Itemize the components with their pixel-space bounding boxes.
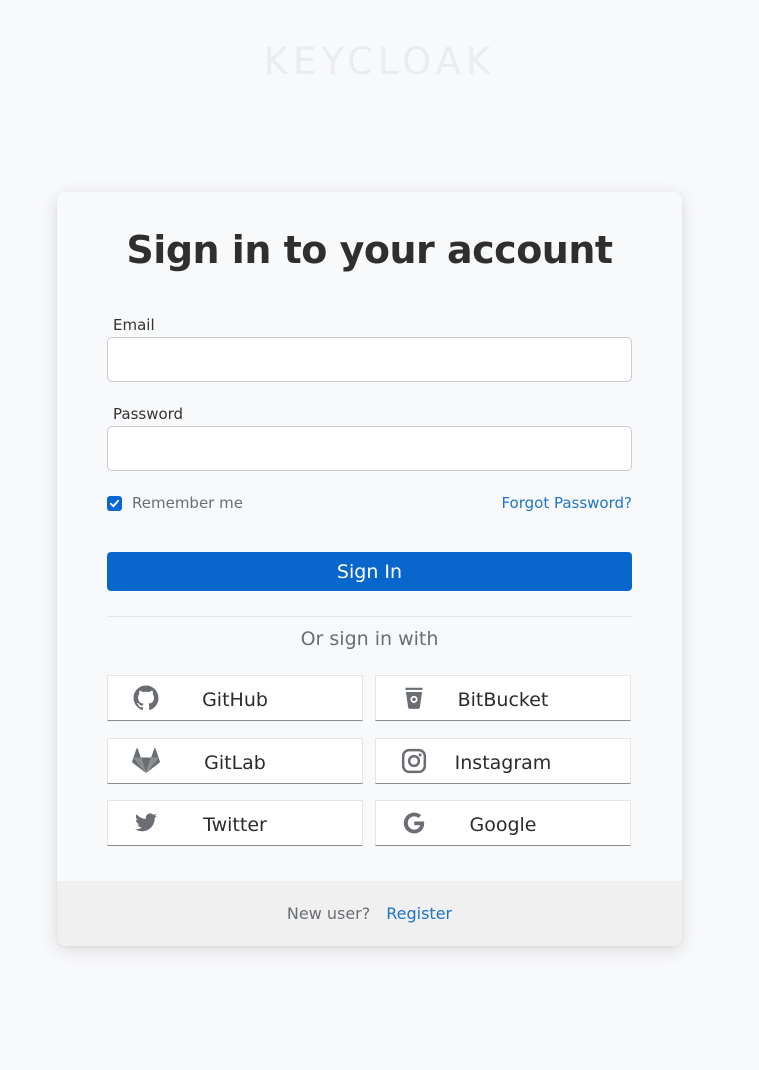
- email-label: Email: [113, 316, 155, 334]
- brand-logo-text: KEYCLOAK: [263, 40, 496, 83]
- remember-me: Remember me: [107, 494, 243, 512]
- social-instagram-button[interactable]: Instagram: [375, 738, 631, 784]
- social-twitter-button[interactable]: Twitter: [107, 800, 363, 846]
- social-bitbucket-button[interactable]: BitBucket: [375, 675, 631, 721]
- register-link[interactable]: Register: [386, 904, 452, 923]
- login-card: Sign in to your account Email Password R…: [57, 192, 682, 946]
- remember-me-checkbox[interactable]: [107, 495, 122, 511]
- google-icon: [400, 809, 428, 837]
- new-user-prompt: New user?: [286, 904, 371, 923]
- social-google-button[interactable]: Google: [375, 800, 631, 846]
- page-title: Sign in to your account: [126, 228, 613, 272]
- check-icon: [109, 499, 120, 507]
- forgot-password-link[interactable]: Forgot Password?: [501, 494, 632, 512]
- sign-in-button[interactable]: Sign In: [107, 552, 632, 591]
- password-field[interactable]: [107, 426, 632, 471]
- social-heading: Or sign in with: [300, 628, 439, 650]
- twitter-icon: [132, 809, 160, 837]
- bitbucket-icon: [400, 684, 428, 712]
- remember-me-label[interactable]: Remember me: [132, 494, 243, 512]
- gitlab-icon: [132, 747, 160, 775]
- divider: [107, 616, 632, 617]
- password-label: Password: [113, 405, 184, 423]
- social-github-button[interactable]: GitHub: [107, 675, 363, 721]
- register-footer: New user? Register: [57, 881, 682, 946]
- instagram-icon: [400, 747, 428, 775]
- email-field[interactable]: [107, 337, 632, 382]
- social-gitlab-button[interactable]: GitLab: [107, 738, 363, 784]
- github-icon: [132, 684, 160, 712]
